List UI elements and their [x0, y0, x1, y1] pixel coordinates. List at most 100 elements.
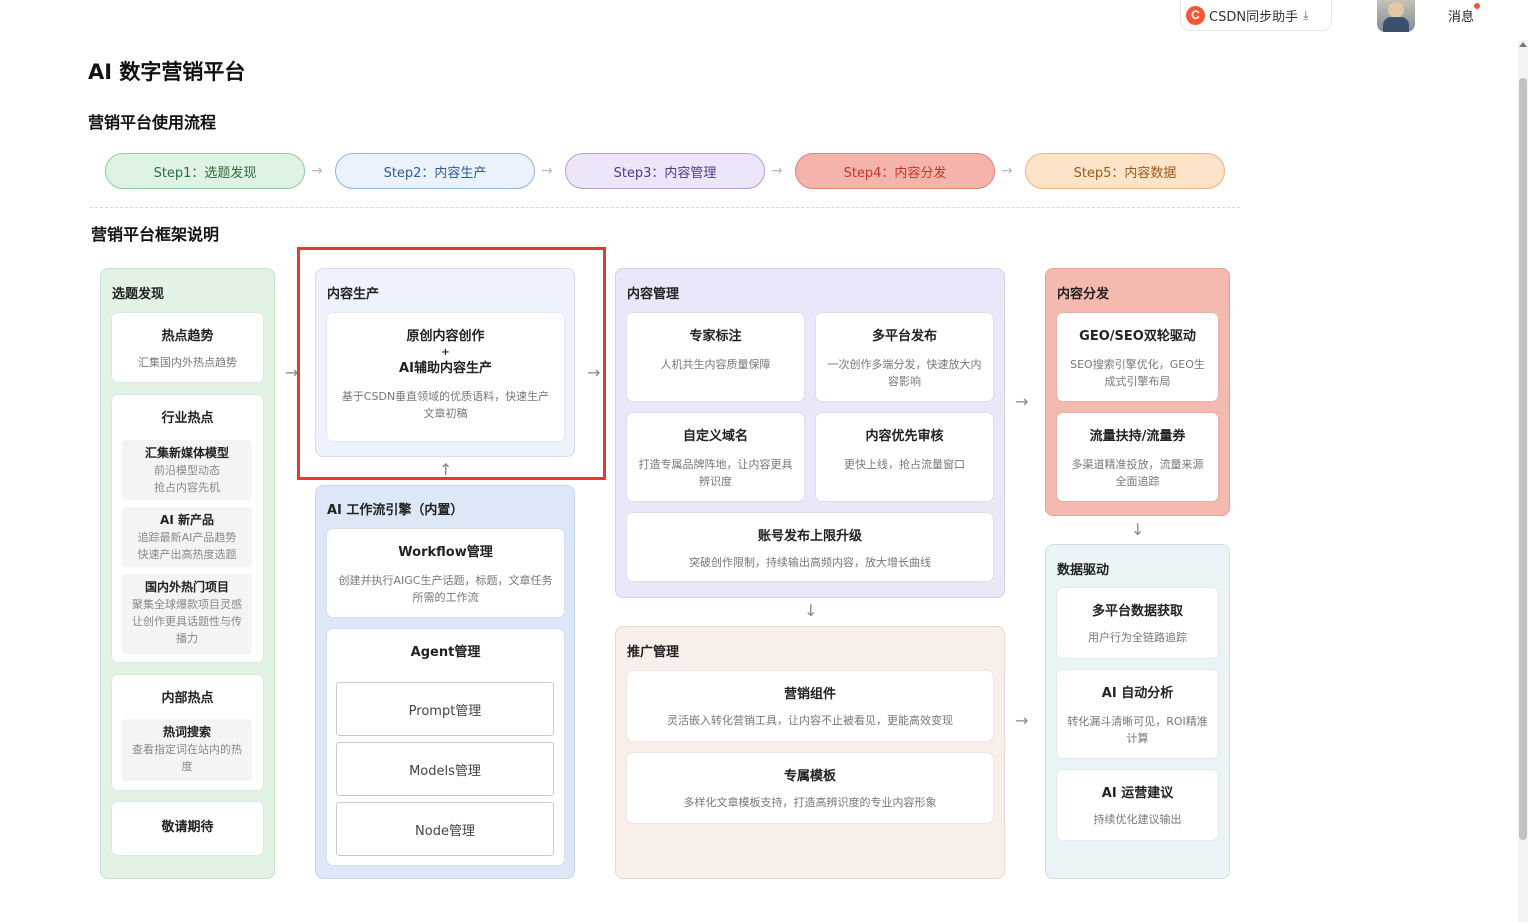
workflow-management-card[interactable]: Workflow管理 创建并执行AIGC生产话题，标题，文章任务 所需的工作流: [327, 529, 564, 617]
ai-operation-advice-card[interactable]: AI 运营建议 持续优化建议输出: [1057, 770, 1218, 840]
arrow-right-icon: →: [587, 363, 601, 382]
content-management-panel: 内容管理 专家标注 人机共生内容质量保障 多平台发布 一次创作多端分发，快速放大…: [615, 268, 1005, 598]
agent-management-card: Agent管理 Prompt管理 Models管理 Node管理: [327, 629, 564, 865]
topic-discovery-panel: 选题发现 热点趋势 汇集国内外热点趋势 行业热点 汇集新媒体模型 前沿模型动态 …: [100, 268, 275, 879]
sub-desc: 抢占内容先机: [154, 481, 220, 494]
csdn-sync-helper-button[interactable]: C CSDN同步助手 ⤓: [1180, 0, 1332, 31]
csdn-sync-helper-label: CSDN同步助手: [1209, 9, 1299, 25]
card-desc: 辨识度: [699, 475, 732, 488]
ai-analysis-card[interactable]: AI 自动分析 转化漏斗清晰可见，ROI精准 计算: [1057, 670, 1218, 758]
card-desc: 更快上线，抢占流量窗口: [844, 458, 965, 471]
card-title: 内容优先审核: [865, 429, 944, 444]
arrow-right-icon: →: [1015, 392, 1029, 411]
step-topic-discovery[interactable]: Step1：选题发现: [105, 153, 305, 189]
flow-section-title: 营销平台使用流程: [88, 113, 217, 132]
panel-title: AI 工作流引擎（内置）: [327, 503, 464, 518]
messages-link[interactable]: 消息: [1448, 6, 1474, 25]
multi-platform-publish-card[interactable]: 多平台发布 一次创作多端分发，快速放大内 容影响: [816, 313, 993, 401]
geo-seo-card[interactable]: GEO/SEO双轮驱动 SEO搜索引擎优化，GEO生 成式引擎布局: [1057, 313, 1218, 401]
sub-title: 汇集新媒体模型: [144, 446, 229, 460]
card-desc: 灵活嵌入转化营销工具，让内容不止被看见，更能高效变现: [667, 714, 953, 727]
card-title: 敬请期待: [161, 820, 214, 835]
card-desc: 突破创作限制，持续输出高频内容，放大增长曲线: [689, 556, 931, 569]
sub-desc: 追踪最新AI产品趋势: [137, 531, 237, 544]
internal-hot-card: 内部热点 热词搜索 查看指定词在站内的热 度: [112, 675, 263, 790]
card-title: 行业热点: [161, 411, 214, 426]
marketing-component-card[interactable]: 营销组件 灵活嵌入转化营销工具，让内容不止被看见，更能高效变现: [627, 671, 993, 741]
card-desc: 所需的工作流: [412, 591, 479, 604]
models-management-button[interactable]: Models管理: [336, 742, 554, 796]
download-icon: ⤓: [1303, 7, 1309, 22]
step-arrow-icon: →: [1001, 163, 1013, 179]
csdn-logo-icon: C: [1186, 5, 1205, 25]
step-content-data[interactable]: Step5：内容数据: [1025, 153, 1225, 189]
sub-title: 热词搜索: [162, 725, 211, 739]
card-desc: 转化漏斗清晰可见，ROI精准: [1067, 715, 1208, 728]
card-title: 热点趋势: [161, 329, 214, 344]
panel-title: 选题发现: [112, 287, 165, 302]
prompt-management-button[interactable]: Prompt管理: [336, 682, 554, 736]
account-limit-upgrade-card[interactable]: 账号发布上限升级 突破创作限制，持续输出高频内容，放大增长曲线: [627, 513, 993, 581]
card-title: AI 运营建议: [1101, 786, 1174, 801]
message-unread-dot: [1474, 3, 1480, 9]
arrow-up-icon: ↑: [439, 460, 453, 479]
arrow-down-icon: ↓: [1131, 520, 1145, 539]
card-title: GEO/SEO双轮驱动: [1079, 329, 1196, 344]
card-desc: 人机共生内容质量保障: [660, 358, 771, 371]
coming-soon-card: 敬请期待: [112, 802, 263, 855]
highlight-frame: [297, 247, 606, 480]
priority-review-card[interactable]: 内容优先审核 更快上线，抢占流量窗口: [816, 413, 993, 501]
card-desc: 持续优化建议输出: [1093, 813, 1182, 826]
custom-domain-card[interactable]: 自定义域名 打造专属品牌阵地，让内容更具 辨识度: [627, 413, 804, 501]
card-desc: 多样化文章模板支持，打造高辨识度的专业内容形象: [683, 796, 937, 809]
sub-title: 国内外热门项目: [144, 580, 229, 594]
sub-desc: 聚集全球爆款项目灵感: [132, 598, 242, 611]
sub-item-keyword-search[interactable]: 热词搜索 查看指定词在站内的热 度: [122, 719, 252, 781]
card-title: 流量扶持/流量券: [1089, 429, 1186, 444]
sub-desc: 快速产出高热度选题: [137, 548, 237, 561]
sub-item-ai-new-product[interactable]: AI 新产品 追踪最新AI产品趋势 快速产出高热度选题: [122, 507, 252, 567]
card-title: 账号发布上限升级: [757, 529, 862, 544]
industry-hot-card: 行业热点 汇集新媒体模型 前沿模型动态 抢占内容先机 AI 新产品 追踪最新AI…: [112, 395, 263, 662]
card-title: 营销组件: [783, 687, 836, 702]
step-content-production[interactable]: Step2：内容生产: [335, 153, 535, 189]
card-title: AI 自动分析: [1101, 686, 1174, 701]
panel-title: 推广管理: [627, 645, 680, 660]
card-title: 内部热点: [161, 691, 214, 706]
card-desc: SEO搜索引擎优化，GEO生: [1070, 358, 1205, 371]
step-arrow-icon: →: [541, 163, 553, 179]
exclusive-template-card[interactable]: 专属模板 多样化文章模板支持，打造高辨识度的专业内容形象: [627, 753, 993, 823]
hot-trend-card[interactable]: 热点趋势 汇集国内外热点趋势: [112, 313, 263, 382]
card-desc: 创建并执行AIGC生产话题，标题，文章任务: [338, 574, 553, 587]
card-desc: 成式引擎布局: [1104, 375, 1171, 388]
step-arrow-icon: →: [311, 163, 323, 179]
card-desc: 汇集国内外热点趋势: [138, 356, 237, 369]
framework-section-title: 营销平台框架说明: [91, 225, 220, 244]
node-management-button[interactable]: Node管理: [336, 802, 554, 856]
section-divider: [90, 207, 1240, 208]
expert-annotation-card[interactable]: 专家标注 人机共生内容质量保障: [627, 313, 804, 401]
card-title: 专家标注: [689, 329, 742, 344]
arrow-down-icon: ↓: [804, 601, 818, 620]
sub-item-new-media-model[interactable]: 汇集新媒体模型 前沿模型动态 抢占内容先机: [122, 440, 252, 500]
traffic-support-card[interactable]: 流量扶持/流量券 多渠道精准投放，流量来源 全面追踪: [1057, 413, 1218, 501]
sub-title: AI 新产品: [160, 513, 214, 527]
data-fetch-card[interactable]: 多平台数据获取 用户行为全链路追踪: [1057, 588, 1218, 658]
ai-workflow-panel: AI 工作流引擎（内置） Workflow管理 创建并执行AIGC生产话题，标题…: [315, 485, 575, 879]
scroll-up-arrow-icon[interactable]: [1519, 42, 1527, 47]
card-desc: 用户行为全链路追踪: [1088, 631, 1187, 644]
sub-item-hot-projects[interactable]: 国内外热门项目 聚集全球爆款项目灵感 让创作更具话题性与传 播力: [122, 574, 252, 654]
card-desc: 多渠道精准投放，流量来源: [1071, 458, 1204, 471]
card-title: Workflow管理: [398, 545, 493, 560]
card-title: Agent管理: [410, 645, 481, 660]
scrollbar-thumb[interactable]: [1519, 78, 1527, 840]
step-content-distribution[interactable]: Step4：内容分发: [795, 153, 995, 189]
card-desc: 计算: [1126, 732, 1149, 745]
card-title: 自定义域名: [682, 429, 748, 444]
data-driven-panel: 数据驱动 多平台数据获取 用户行为全链路追踪 AI 自动分析 转化漏斗清晰可见，…: [1045, 544, 1230, 879]
card-desc: 一次创作多端分发，快速放大内: [827, 358, 982, 371]
card-title: 专属模板: [783, 769, 836, 784]
step-content-management[interactable]: Step3：内容管理: [565, 153, 765, 189]
content-distribution-panel: 内容分发 GEO/SEO双轮驱动 SEO搜索引擎优化，GEO生 成式引擎布局 流…: [1045, 268, 1230, 516]
avatar[interactable]: [1377, 0, 1415, 32]
